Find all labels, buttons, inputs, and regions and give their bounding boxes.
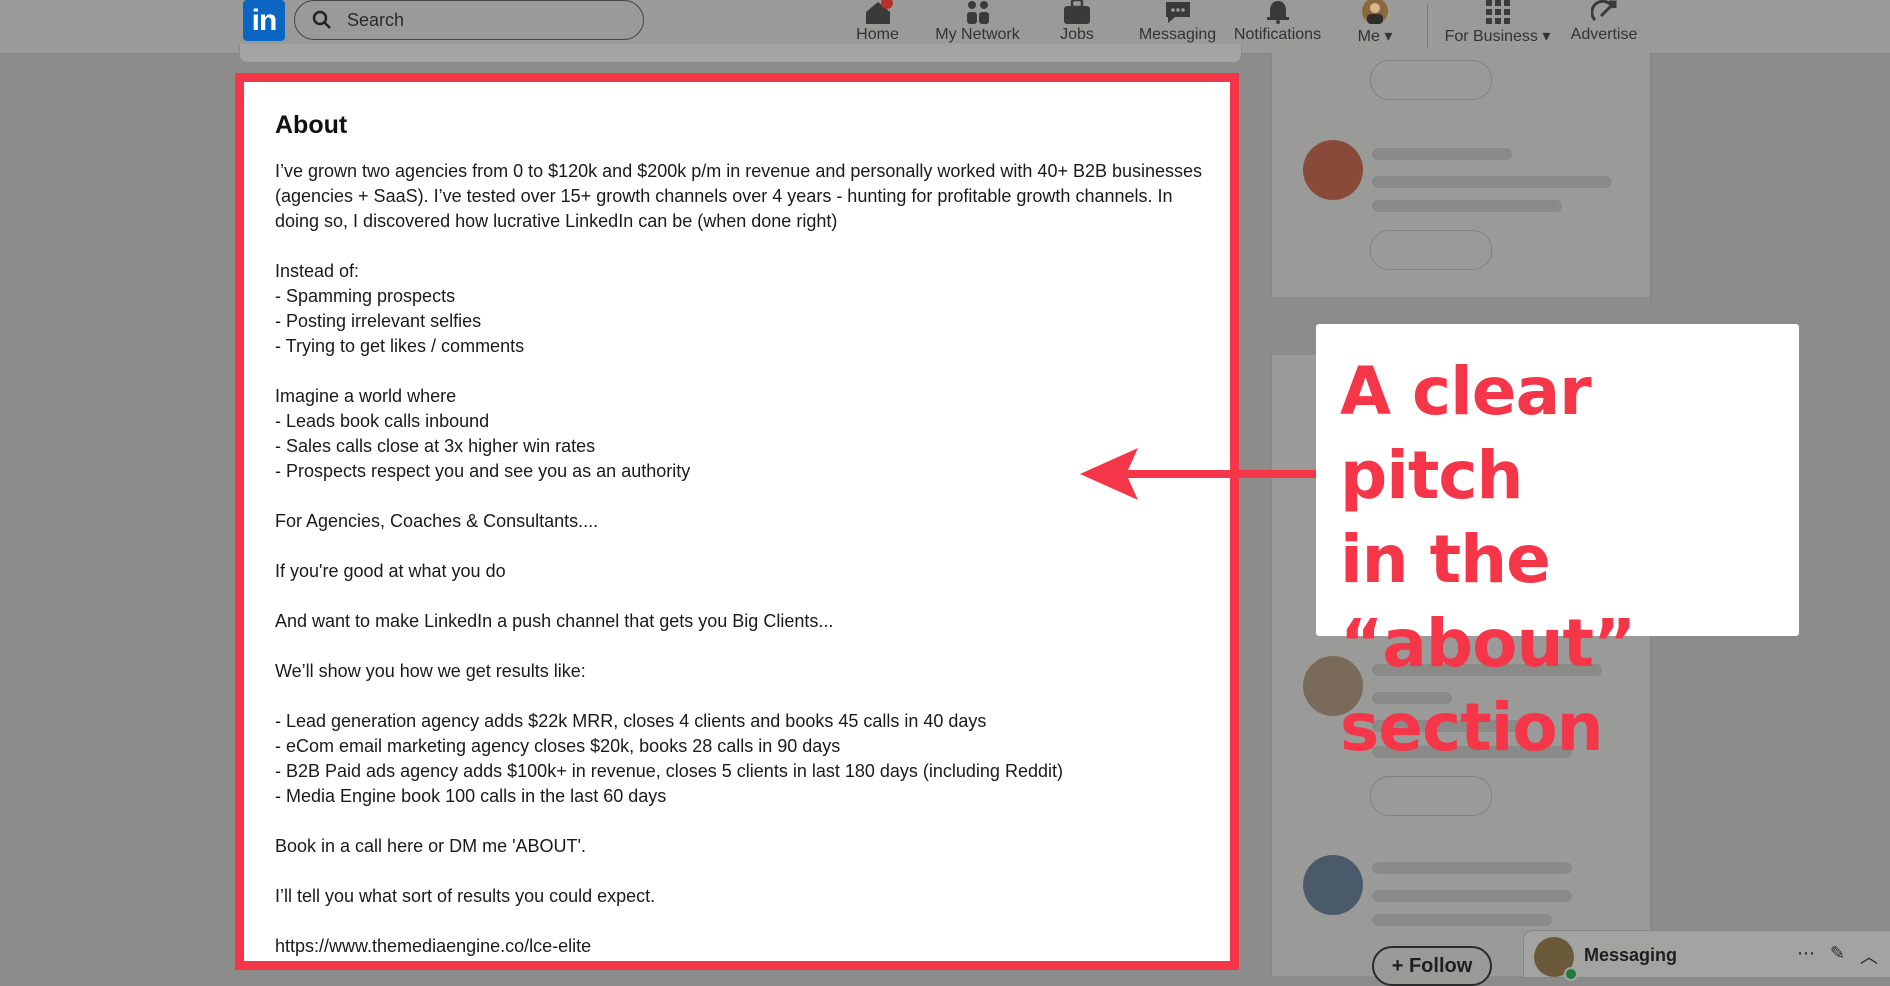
chevron-down-icon: ▾	[1542, 28, 1551, 45]
about-section: About I’ve grown two agencies from 0 to …	[235, 73, 1239, 970]
nav-home-label: Home	[856, 26, 899, 43]
previous-card-edge	[239, 44, 1242, 63]
about-title: About	[275, 111, 348, 139]
follow-button[interactable]	[1370, 776, 1492, 816]
list-item	[1372, 176, 1612, 188]
about-text: I’ve grown two agencies from 0 to $120k …	[275, 161, 1203, 956]
follow-button[interactable]	[1370, 60, 1492, 100]
nav-messaging-label: Messaging	[1138, 26, 1217, 43]
nav-my-network-label: My Network	[935, 26, 1020, 43]
advertise-icon	[1590, 0, 1617, 29]
list-item	[1372, 862, 1572, 874]
avatar[interactable]	[1303, 140, 1363, 200]
search-placeholder: Search	[347, 10, 405, 30]
network-icon	[964, 0, 992, 29]
annotation-text: A clear pitch in the “about” section	[1340, 353, 1636, 766]
nav-for-business[interactable]: For Business ▾	[1440, 0, 1555, 52]
compose-icon[interactable]: ✎	[1830, 943, 1845, 964]
chat-icon	[1163, 0, 1193, 29]
messaging-bar[interactable]: Messaging ⋯ ✎ ︿	[1523, 930, 1890, 981]
bell-icon	[1265, 0, 1291, 29]
list-item	[1372, 914, 1552, 926]
list-item	[1372, 890, 1572, 902]
list-item	[1372, 148, 1512, 160]
linkedin-logo[interactable]: in	[243, 0, 285, 41]
chevron-down-icon: ▾	[1384, 28, 1393, 45]
grid-icon	[1485, 0, 1510, 29]
search-icon	[312, 10, 332, 35]
follow-button[interactable]	[1370, 230, 1492, 270]
nav-me-label: Me ▾	[1357, 28, 1393, 45]
nav-notifications-label: Notifications	[1233, 26, 1322, 43]
nav-for-business-label: For Business ▾	[1444, 28, 1551, 45]
nav-jobs-label: Jobs	[1060, 26, 1094, 43]
follow-button[interactable]: + Follow	[1372, 946, 1492, 986]
nav-advertise-label: Advertise	[1570, 26, 1638, 43]
chevron-up-icon[interactable]: ︿	[1860, 943, 1878, 969]
nav-divider	[1427, 4, 1428, 48]
briefcase-icon	[1063, 0, 1091, 29]
search-input[interactable]: Search	[294, 0, 644, 40]
online-status-dot	[1564, 967, 1578, 981]
annotation-callout: A clear pitch in the “about” section	[1316, 324, 1799, 766]
more-options-icon[interactable]: ⋯	[1797, 943, 1815, 964]
home-icon	[863, 0, 893, 29]
nav-notifications[interactable]: Notifications	[1230, 0, 1325, 52]
nav-advertise[interactable]: Advertise	[1568, 0, 1640, 52]
avatar[interactable]	[1303, 855, 1363, 915]
nav-me[interactable]: Me ▾	[1350, 0, 1400, 52]
annotation-arrow	[1080, 448, 1326, 500]
messaging-label: Messaging	[1584, 945, 1678, 965]
list-item	[1372, 200, 1562, 212]
